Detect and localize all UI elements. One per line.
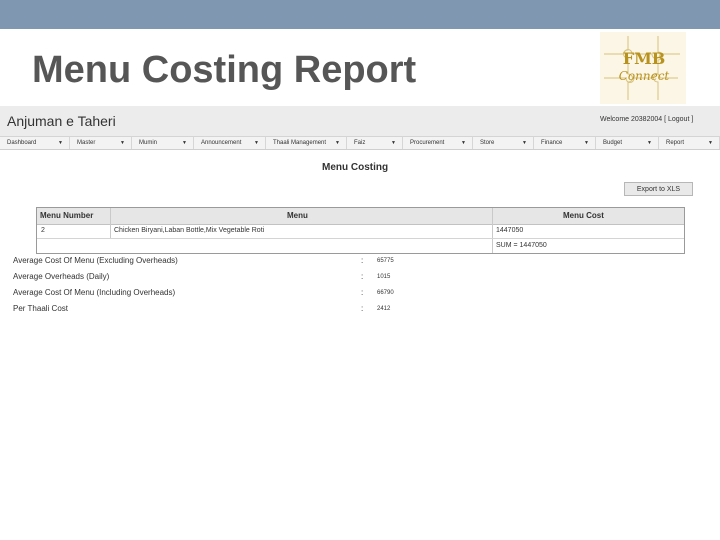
fmb-connect-logo: FMB Connect	[600, 32, 686, 104]
cell-menu-cost: 1447050	[496, 227, 524, 234]
nav-label: Budget	[603, 140, 623, 146]
nav-label: Finance	[541, 140, 563, 146]
chevron-down-icon: ▼	[335, 140, 340, 146]
summary-label: Per Thaali Cost	[13, 304, 68, 313]
nav-item-store[interactable]: Store ▼	[473, 137, 534, 149]
nav-label: Announcement	[201, 140, 242, 146]
nav-label: Faiz	[354, 140, 366, 146]
slide-title: Menu Costing Report	[32, 49, 417, 91]
cell-menu-number: 2	[41, 227, 45, 234]
nav-item-budget[interactable]: Budget ▼	[596, 137, 659, 149]
summary-row: Per Thaali Cost : 2412	[0, 304, 720, 316]
nav-label: Master	[77, 140, 96, 146]
chevron-down-icon: ▼	[708, 140, 713, 146]
table-header: Menu Number Menu Menu Cost	[37, 208, 684, 225]
summary-separator: :	[361, 304, 364, 313]
nav-item-finance[interactable]: Finance ▼	[534, 137, 596, 149]
main-nav: Dashboard ▼ Master ▼ Mumin ▼ Announcement ▼ …	[0, 137, 720, 150]
welcome-text: Welcome 20382004 [ Logout ]	[600, 116, 693, 123]
chevron-down-icon: ▼	[522, 140, 527, 146]
chevron-down-icon: ▼	[120, 140, 125, 146]
nav-label: Thaali Management	[273, 140, 327, 146]
summary-separator: :	[361, 272, 364, 281]
column-divider	[110, 208, 111, 239]
menu-cost-table: Menu Number Menu Menu Cost 2 Chicken Bir…	[36, 207, 685, 254]
app-header: Anjuman e Taheri Welcome 20382004 [ Logo…	[0, 106, 720, 137]
slide-top-bar	[0, 0, 720, 29]
nav-item-announcement[interactable]: Announcement ▼	[194, 137, 266, 149]
nav-item-mumin[interactable]: Mumin ▼	[132, 137, 194, 149]
logout-link[interactable]: Logout	[668, 116, 689, 123]
summary-label: Average Overheads (Daily)	[13, 272, 110, 281]
logo-text-connect: Connect	[619, 69, 670, 83]
nav-label: Mumin	[139, 140, 158, 146]
nav-label: Dashboard	[7, 140, 37, 146]
chevron-down-icon: ▼	[461, 140, 466, 146]
nav-item-faiz[interactable]: Faiz ▼	[347, 137, 403, 149]
column-divider	[492, 208, 493, 253]
chevron-down-icon: ▼	[254, 140, 259, 146]
chevron-down-icon: ▼	[584, 140, 589, 146]
nav-label: Report	[666, 140, 685, 146]
app-brand: Anjuman e Taheri	[7, 113, 116, 129]
chevron-down-icon: ▼	[182, 140, 187, 146]
chevron-down-icon: ▼	[391, 140, 396, 146]
chevron-down-icon: ▼	[647, 140, 652, 146]
report-heading: Menu Costing	[322, 162, 389, 173]
logo-text-fmb: FMB	[623, 49, 666, 68]
nav-item-procurement[interactable]: Procurement ▼	[403, 137, 473, 149]
export-xls-button[interactable]: Export to XLS	[624, 182, 693, 196]
chevron-down-icon: ▼	[58, 140, 63, 146]
summary-value: 2412	[377, 306, 391, 312]
cell-menu: Chicken Biryani,Laban Bottle,Mix Vegetab…	[114, 227, 265, 234]
summary-separator: :	[361, 256, 364, 265]
column-header-menu-cost: Menu Cost	[563, 211, 604, 220]
nav-item-thaali-management[interactable]: Thaali Management ▼	[266, 137, 347, 149]
nav-item-report[interactable]: Report ▼	[659, 137, 720, 149]
summary-label: Average Cost Of Menu (Excluding Overhead…	[13, 256, 178, 265]
nav-label: Store	[480, 140, 495, 146]
summary-separator: :	[361, 288, 364, 297]
summary-row: Average Overheads (Daily) : 1015	[0, 272, 720, 286]
summary-row: Average Cost Of Menu (Including Overhead…	[0, 288, 720, 302]
column-header-menu-number: Menu Number	[40, 211, 94, 220]
sum-total: SUM = 1447050	[496, 242, 547, 249]
nav-item-master[interactable]: Master ▼	[70, 137, 132, 149]
nav-label: Procurement	[410, 140, 445, 146]
welcome-user: Welcome 20382004 [	[600, 116, 667, 123]
nav-item-dashboard[interactable]: Dashboard ▼	[0, 137, 70, 149]
summary-value: 1015	[377, 274, 391, 280]
summary-value: 65775	[377, 258, 394, 264]
welcome-bracket: ]	[691, 116, 694, 123]
summary-label: Average Cost Of Menu (Including Overhead…	[13, 288, 176, 297]
summary-value: 66790	[377, 290, 394, 296]
summary-row: Average Cost Of Menu (Excluding Overhead…	[0, 256, 720, 270]
app-screenshot: Anjuman e Taheri Welcome 20382004 [ Logo…	[0, 106, 720, 316]
column-header-menu: Menu	[287, 211, 308, 220]
row-divider	[37, 238, 684, 239]
